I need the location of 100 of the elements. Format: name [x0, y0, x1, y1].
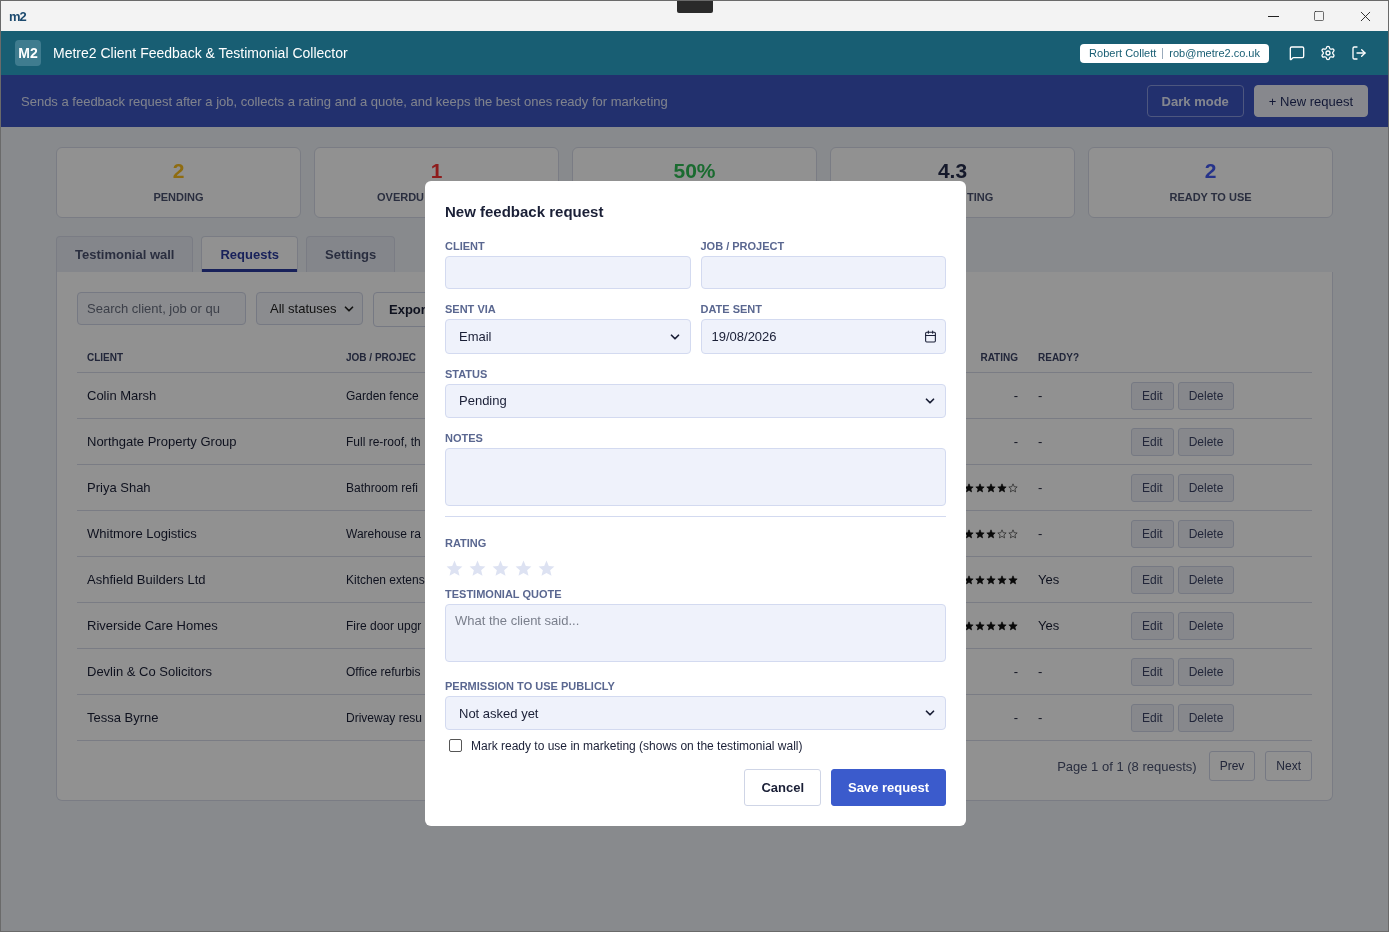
ready-cell: - [1038, 710, 1043, 725]
filled-star-icon [1008, 620, 1018, 631]
field-label: DATE SENT [700, 303, 764, 315]
stat-value: 50% [673, 161, 716, 181]
rating-cell: - [1013, 388, 1018, 403]
stat-value: 2 [1204, 161, 1217, 181]
tab[interactable]: Testimonial wall [56, 236, 194, 272]
stat-value: 1 [430, 161, 443, 181]
quote-field[interactable]: What the client said... [445, 603, 946, 663]
ready-cell: - [1038, 434, 1043, 449]
filled-star-icon [975, 620, 985, 631]
prev-button[interactable]: Prev [1208, 751, 1256, 781]
empty-star-icon [468, 558, 487, 578]
stat-label: READY TO USE [1169, 191, 1252, 203]
ready-cell: Yes [1038, 618, 1060, 633]
date-field[interactable]: 19/08/2026 [700, 319, 946, 354]
edit-button[interactable]: Edit [1131, 381, 1174, 410]
client-field[interactable] [445, 256, 691, 289]
delete-button[interactable]: Delete [1177, 611, 1235, 640]
search-field[interactable]: Search client, job or qu [77, 292, 246, 325]
field-label: TESTIMONIAL QUOTE [445, 587, 563, 600]
ready-checkbox[interactable] [449, 739, 462, 753]
delete-button[interactable]: Delete [1177, 565, 1235, 594]
ready-cell: - [1038, 388, 1043, 403]
delete-button[interactable]: Delete [1177, 519, 1235, 548]
job-cell: Garden fence [346, 388, 419, 403]
field-label: STATUS [445, 368, 489, 380]
edit-button[interactable]: Edit [1131, 611, 1174, 640]
stat-value: 4.3 [937, 161, 968, 181]
delete-button[interactable]: Delete [1177, 657, 1235, 686]
filled-star-icon [986, 574, 996, 585]
column-header: CLIENT [87, 352, 125, 363]
delete-button[interactable]: Delete [1177, 427, 1235, 456]
empty-star-icon [1008, 482, 1018, 493]
rating-cell: - [1013, 664, 1018, 679]
banner-text: Sends a feedback request after a job, collects a rating and a quote, and keeps the best ones ready for marketing [21, 93, 669, 109]
user-email: rob@metre2.co.uk [1169, 47, 1260, 59]
app-logo: m2 [9, 8, 26, 24]
minimize-icon [1267, 15, 1279, 17]
user-name: Robert Collett [1089, 47, 1157, 59]
empty-star-icon [491, 558, 510, 578]
delete-button[interactable]: Delete [1177, 381, 1235, 410]
status-filter[interactable]: All statuses [256, 292, 363, 325]
rating-cell: - [1013, 710, 1018, 725]
edit-button[interactable]: Edit [1131, 565, 1174, 594]
notes-field[interactable] [445, 447, 946, 506]
permission-select[interactable]: Not asked yet [445, 696, 946, 730]
next-button[interactable]: Next [1265, 751, 1312, 781]
delete-button[interactable]: Delete [1177, 473, 1235, 502]
filled-star-icon [964, 574, 974, 585]
client-cell: Riverside Care Homes [87, 618, 218, 633]
edit-button[interactable]: Edit [1131, 657, 1174, 686]
column-header: JOB / PROJEC [346, 352, 418, 363]
edit-button[interactable]: Edit [1131, 703, 1174, 732]
edit-button[interactable]: Edit [1131, 519, 1174, 548]
stat-label: PENDING [153, 191, 204, 203]
app-logo: M2 [15, 40, 41, 66]
save-button[interactable]: Save request [831, 769, 946, 806]
ready-cell: - [1038, 526, 1043, 541]
ready-cell: Yes [1038, 572, 1060, 587]
edit-button[interactable]: Edit [1131, 473, 1174, 502]
stat-label: TING [967, 191, 994, 203]
filled-star-icon [975, 528, 985, 539]
client-cell: Colin Marsh [87, 388, 157, 403]
tab[interactable]: Requests [201, 236, 298, 272]
empty-star-icon [537, 558, 556, 578]
delete-button[interactable]: Delete [1177, 703, 1235, 732]
calendar-icon[interactable] [924, 330, 937, 343]
filled-star-icon [997, 620, 1007, 631]
sent-via-select[interactable]: Email [445, 319, 691, 354]
client-cell: Tessa Byrne [87, 710, 159, 725]
new-request-button[interactable]: + New request [1253, 85, 1368, 117]
status-select[interactable]: Pending [445, 384, 946, 418]
job-cell: Office refurbis [346, 664, 421, 679]
tab[interactable]: Settings [306, 236, 396, 272]
field-label: RATING [445, 536, 488, 549]
field-label: SENT VIA [445, 303, 497, 315]
field-label: NOTES [445, 431, 484, 444]
column-header: RATING [979, 352, 1019, 363]
page-summary: Page 1 of 1 (8 requests) [1057, 758, 1197, 774]
window-handle[interactable] [677, 1, 713, 13]
empty-star-icon [997, 528, 1007, 539]
filled-star-icon [986, 620, 996, 631]
empty-star-icon [445, 558, 464, 578]
filled-star-icon [975, 482, 985, 493]
job-cell: Kitchen extens [346, 572, 425, 587]
rating-cell: - [1013, 434, 1018, 449]
cancel-button[interactable]: Cancel [744, 769, 822, 806]
dark-mode-button[interactable]: Dark mode [1146, 85, 1244, 117]
job-field[interactable] [700, 256, 946, 289]
edit-button[interactable]: Edit [1131, 427, 1174, 456]
column-header: READY? [1038, 352, 1081, 363]
empty-star-icon [1008, 528, 1018, 539]
filled-star-icon [986, 528, 996, 539]
filled-star-icon [975, 574, 985, 585]
app-title: Metre2 Client Feedback & Testimonial Collector [53, 45, 348, 61]
filled-star-icon [964, 482, 974, 493]
empty-star-icon [514, 558, 533, 578]
stat-value: 2 [172, 161, 185, 181]
job-cell: Full re-roof, th [346, 434, 421, 449]
